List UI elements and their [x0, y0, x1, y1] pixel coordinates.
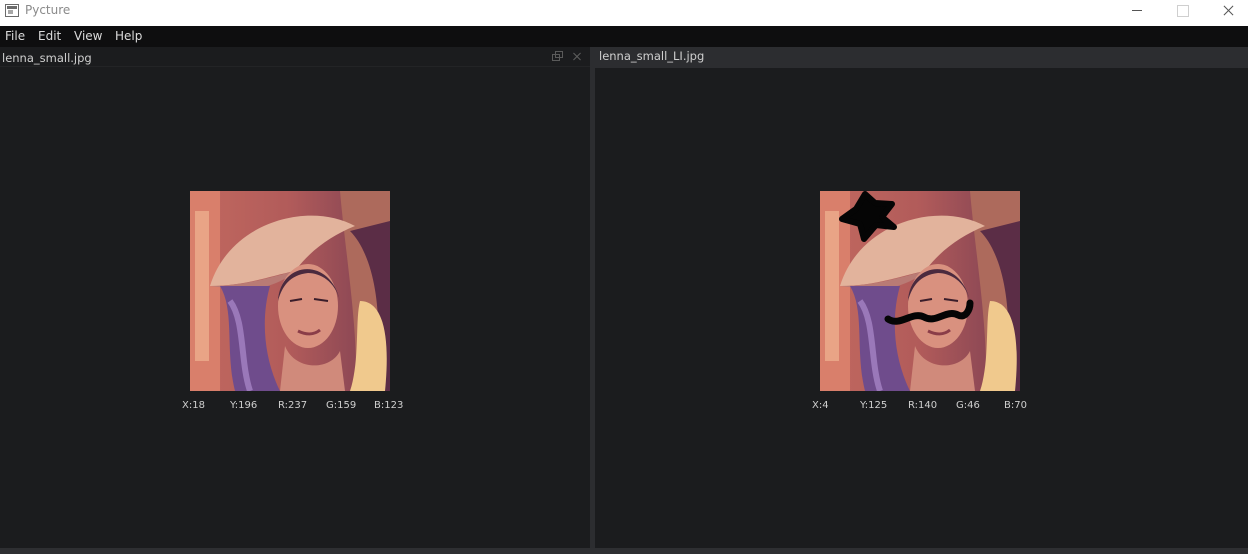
right-pane-tab[interactable]: lenna_small_LI.jpg — [595, 47, 1248, 68]
menu-edit[interactable]: Edit — [38, 29, 61, 43]
pixel-green-readout: G:46 — [956, 400, 980, 411]
edited-portrait-image — [820, 191, 1020, 391]
right-pane-title: lenna_small_LI.jpg — [599, 49, 705, 63]
left-pane-tab[interactable]: lenna_small.jpg — [0, 47, 590, 67]
pixel-blue-readout: B:70 — [1004, 400, 1027, 411]
pixel-x-readout: X:18 — [182, 400, 205, 411]
window-title: Pycture — [25, 3, 71, 17]
pixel-green-readout: G:159 — [326, 400, 357, 411]
minimize-icon[interactable] — [1114, 0, 1160, 26]
pixel-y-readout: Y:125 — [860, 400, 888, 411]
float-pane-icon[interactable] — [552, 51, 563, 61]
pixel-blue-readout: B:123 — [374, 400, 404, 411]
pixel-red-readout: R:237 — [278, 400, 308, 411]
menu-file[interactable]: File — [5, 29, 25, 43]
pixel-red-readout: R:140 — [908, 400, 938, 411]
pixel-x-readout: X:4 — [812, 400, 829, 411]
status-bar — [0, 548, 1248, 554]
menu-help[interactable]: Help — [115, 29, 142, 43]
close-pane-icon[interactable] — [572, 52, 582, 62]
close-icon[interactable] — [1205, 0, 1248, 26]
left-image-canvas[interactable] — [190, 191, 390, 391]
portrait-image — [190, 191, 390, 391]
menu-bar: File Edit View Help — [0, 26, 1248, 47]
title-bar: Pycture — [0, 0, 1248, 26]
maximize-icon[interactable] — [1159, 0, 1205, 26]
app-icon — [5, 4, 19, 17]
menu-view[interactable]: View — [74, 29, 102, 43]
pixel-y-readout: Y:196 — [230, 400, 258, 411]
left-pane-title: lenna_small.jpg — [2, 51, 92, 65]
right-image-canvas[interactable] — [820, 191, 1020, 391]
